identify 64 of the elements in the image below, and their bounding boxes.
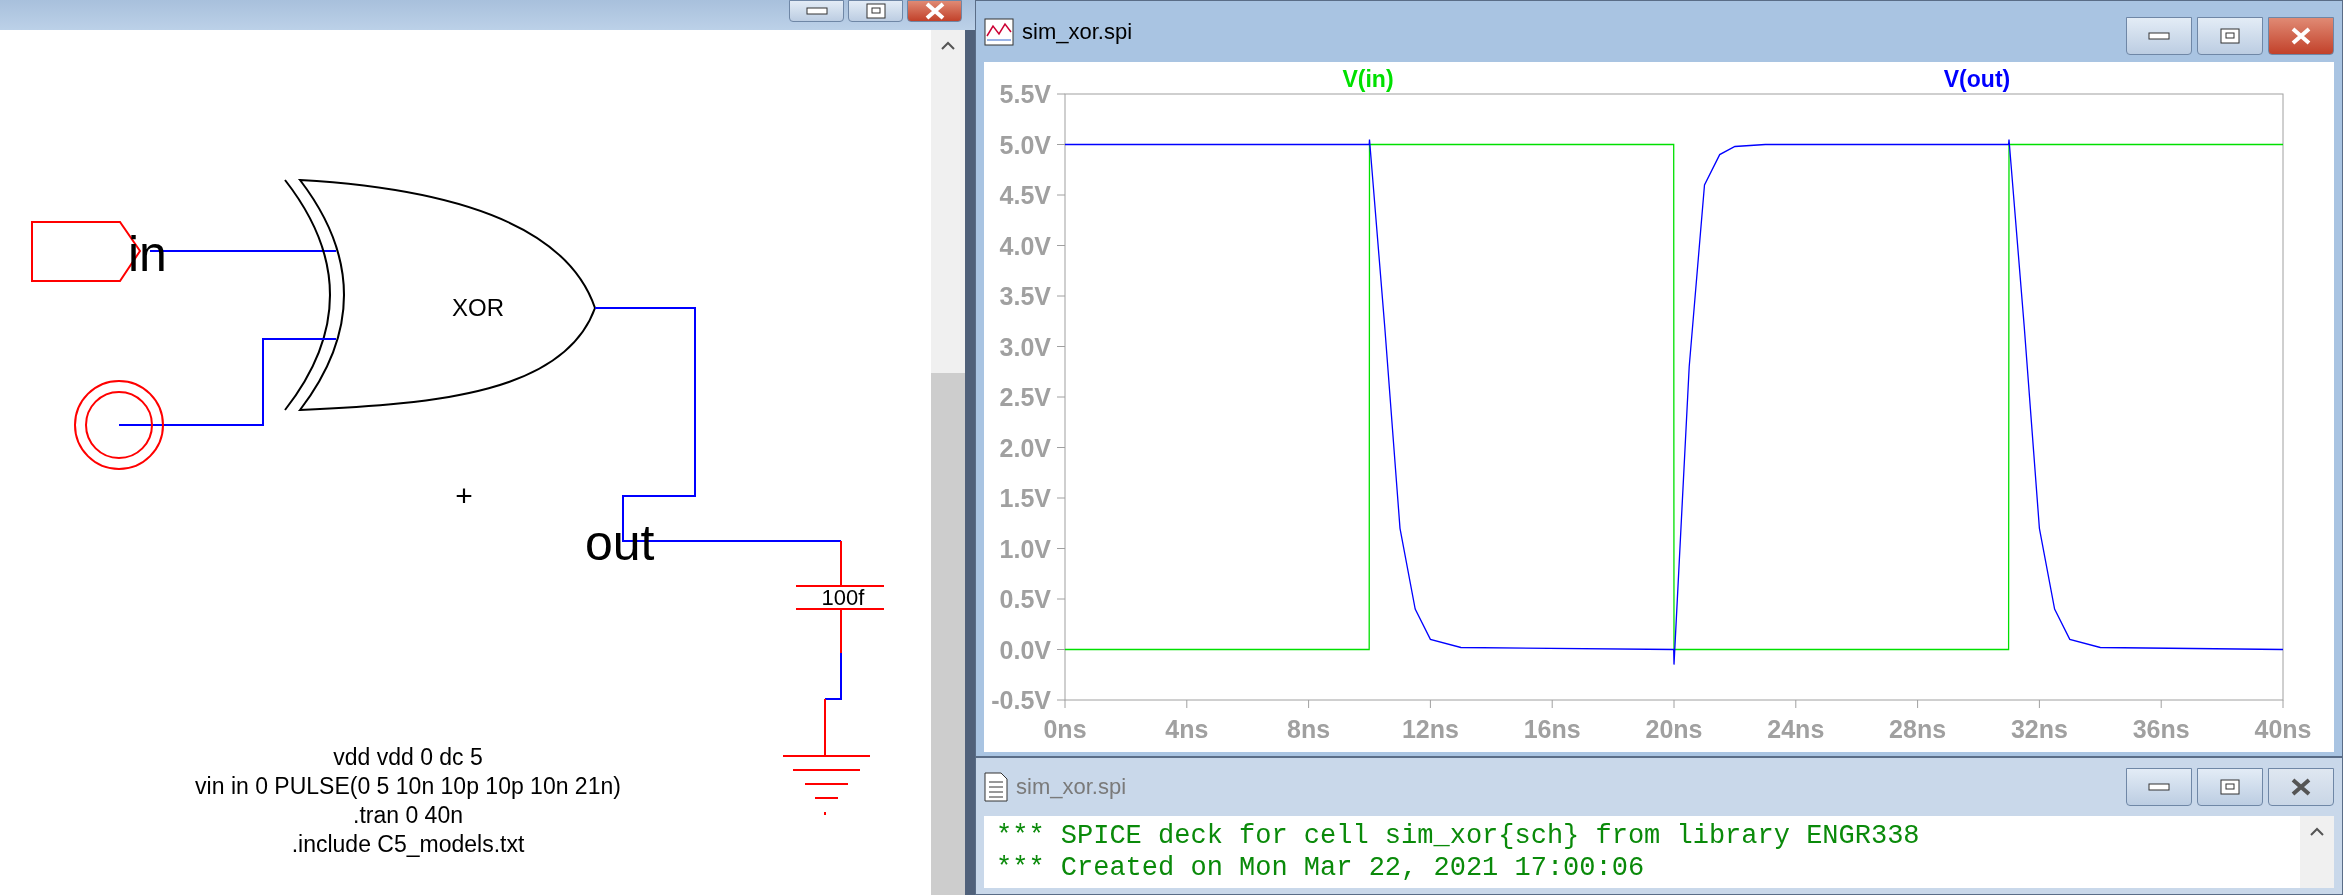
y-axis-label: 3.5V	[999, 282, 1051, 310]
x-axis-label: 32ns	[2010, 715, 2068, 743]
minimize-icon	[2148, 783, 2170, 791]
scrollbar[interactable]	[2300, 816, 2334, 888]
x-axis-label: 28ns	[1889, 715, 1947, 743]
y-axis-label: -0.5V	[991, 686, 1051, 714]
y-axis-label: 2.5V	[999, 383, 1051, 411]
x-axis-label: 8ns	[1287, 715, 1331, 743]
trace-legend: V(in)	[1342, 66, 1394, 92]
x-axis-label: 20ns	[1645, 715, 1703, 743]
y-axis-label: 1.0V	[999, 534, 1051, 563]
maximize-button[interactable]	[2197, 17, 2263, 55]
close-button[interactable]	[2268, 768, 2334, 806]
maximize-icon	[865, 3, 886, 19]
minimize-icon	[2148, 32, 2170, 40]
scrollbar[interactable]	[931, 30, 965, 895]
minimize-icon	[805, 7, 828, 15]
x-axis-label: 36ns	[2132, 715, 2190, 743]
y-axis-label: 1.5V	[999, 484, 1051, 512]
y-axis-label: 3.0V	[999, 332, 1051, 361]
gate-label: XOR	[452, 294, 504, 321]
y-axis-label: 4.5V	[999, 181, 1051, 209]
waveform-icon	[984, 17, 1014, 46]
y-axis-label: 4.0V	[999, 231, 1051, 260]
scrollbar-thumb[interactable]	[931, 373, 965, 895]
x-axis-label: 40ns	[2254, 715, 2312, 743]
y-axis-label: 5.5V	[999, 80, 1051, 108]
document-icon	[984, 772, 1008, 802]
y-axis-label: 2.0V	[999, 433, 1051, 462]
x-axis-label: 12ns	[1401, 715, 1459, 743]
x-axis-label: 24ns	[1767, 715, 1825, 743]
minimize-button[interactable]	[789, 0, 844, 22]
x-axis-label: 0ns	[1043, 715, 1087, 743]
caret-icon	[2310, 826, 2324, 836]
maximize-button[interactable]	[2197, 768, 2263, 806]
close-icon	[923, 2, 946, 20]
code-line: *** SPICE deck for cell sim_xor{sch} from library ENGR338	[996, 820, 1921, 852]
close-button[interactable]	[907, 0, 962, 22]
close-button[interactable]	[2268, 17, 2334, 55]
spice-directive: vin in 0 PULSE(0 5 10n 10p 10p 10n 21n)	[195, 773, 621, 799]
capacitor-value: 100f	[821, 585, 865, 610]
wire	[824, 652, 842, 700]
code-line: *** Created on Mon Mar 22, 2021 17:00:06	[996, 852, 1646, 884]
maximize-icon	[2220, 779, 2240, 795]
trace-legend: V(out)	[1943, 66, 2011, 92]
x-axis-label: 4ns	[1165, 715, 1209, 743]
y-axis-label: 0.0V	[999, 635, 1051, 664]
close-icon	[2290, 27, 2312, 45]
x-axis-label: 16ns	[1523, 715, 1581, 743]
window-title: sim_xor.spi	[1022, 18, 1134, 45]
maximize-icon	[2220, 28, 2240, 44]
minimize-button[interactable]	[2126, 17, 2192, 55]
spice-directive: .tran 0 40n	[353, 802, 463, 828]
spice-directive: vdd vdd 0 dc 5	[333, 744, 483, 770]
maximize-button[interactable]	[848, 0, 903, 22]
y-axis-label: 0.5V	[999, 585, 1051, 613]
crosshair-cursor: +	[455, 479, 473, 512]
minimize-button[interactable]	[2126, 768, 2192, 806]
y-axis-label: 5.0V	[999, 130, 1051, 159]
caret-icon	[941, 40, 955, 50]
window-title: sim_xor.spi	[1016, 774, 1128, 800]
spice-directive: .include C5_models.txt	[291, 831, 525, 857]
close-icon	[2290, 778, 2312, 796]
net-label: out	[585, 515, 655, 571]
